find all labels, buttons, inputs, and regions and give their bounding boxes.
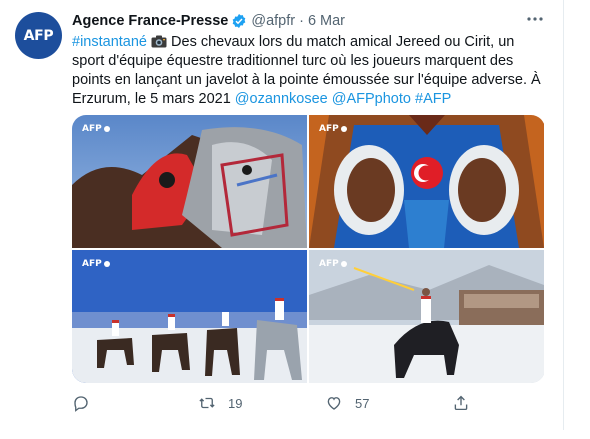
tweet-date[interactable]: 6 Mar <box>308 13 345 29</box>
horse-blue-mask-image <box>309 115 544 248</box>
more-icon[interactable] <box>524 10 546 28</box>
like-icon <box>327 397 341 410</box>
rider-javelin-image <box>309 250 544 383</box>
like-count: 57 <box>355 395 370 411</box>
afp-watermark: AFP <box>319 124 347 134</box>
afp-watermark: AFP <box>319 259 347 269</box>
mention-link[interactable]: @ozannkosee <box>235 91 328 107</box>
author-name[interactable]: Agence France-Presse <box>72 13 228 29</box>
verified-badge-icon <box>233 14 246 28</box>
reply-icon <box>74 396 88 412</box>
hashtag-link[interactable]: #AFP <box>415 91 451 107</box>
like-button[interactable]: 57 <box>325 394 369 412</box>
tweet-header: Agence France-Presse @afpfr · 6 Mar <box>72 13 345 29</box>
riders-snow-image <box>72 250 307 383</box>
photo-horse-red-mask[interactable]: AFP <box>72 115 307 248</box>
photo-grid: AFP AFP AFP AFP <box>72 115 545 383</box>
photo-riders-snow[interactable]: AFP <box>72 250 307 383</box>
afp-watermark: AFP <box>82 124 110 134</box>
hashtag-link[interactable]: #instantané <box>72 34 147 50</box>
tweet-text: #instantané Des chevaux lors du match am… <box>72 33 544 109</box>
avatar-label: AFP <box>23 27 54 44</box>
camera-icon <box>151 35 167 48</box>
separator-dot: · <box>299 13 304 29</box>
retweet-button[interactable]: 19 <box>198 394 242 412</box>
mention-link[interactable]: @AFPphoto <box>332 91 411 107</box>
retweet-icon <box>199 397 215 409</box>
tweet-actions: 19 57 <box>72 394 492 416</box>
avatar[interactable]: AFP <box>15 12 62 59</box>
retweet-count: 19 <box>228 395 243 411</box>
afp-watermark: AFP <box>82 259 110 269</box>
author-handle[interactable]: @afpfr <box>251 13 295 29</box>
horse-red-mask-image <box>72 115 307 248</box>
photo-rider-javelin[interactable]: AFP <box>309 250 544 383</box>
photo-horse-blue-mask[interactable]: AFP <box>309 115 544 248</box>
share-icon <box>454 395 468 411</box>
tweet-card[interactable]: AFP Agence France-Presse @afpfr · 6 Mar … <box>0 0 564 430</box>
reply-button[interactable] <box>72 394 102 412</box>
share-button[interactable] <box>452 394 470 412</box>
